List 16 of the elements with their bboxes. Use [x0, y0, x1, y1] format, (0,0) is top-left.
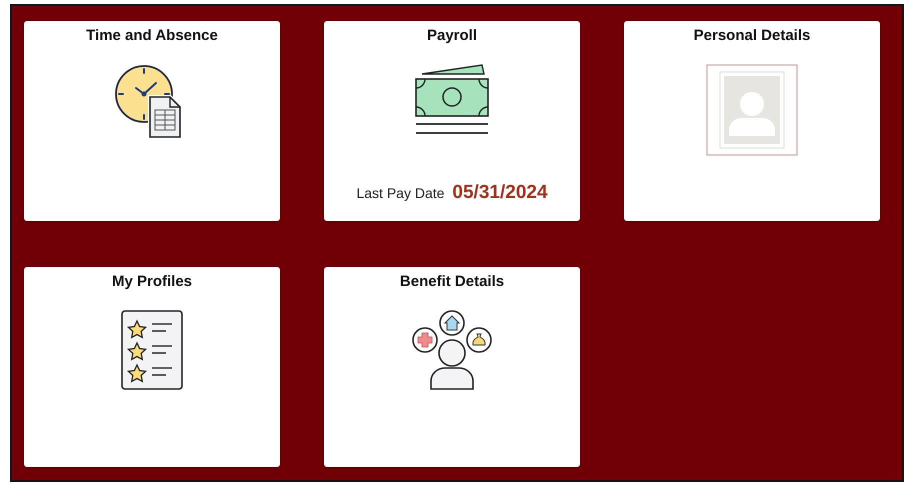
person-placeholder-icon — [706, 64, 798, 156]
tile-card[interactable]: Personal Details — [624, 21, 880, 221]
tile-title: Payroll — [426, 27, 478, 44]
tile-title: Time and Absence — [86, 27, 218, 44]
tile-title: Personal Details — [694, 27, 810, 44]
starred-list-icon — [121, 310, 183, 390]
cash-icon — [414, 64, 490, 136]
person-benefits-icon — [411, 310, 493, 390]
tile-card[interactable]: My Profiles — [24, 267, 280, 467]
tile-title: My Profiles — [112, 273, 192, 290]
pay-date-value: 05/31/2024 — [452, 182, 548, 204]
pay-date-label: Last Pay Date — [356, 185, 444, 201]
tile-title: Benefit Details — [400, 273, 504, 290]
tile-card[interactable]: Payroll Last Pay Date 05/31/2024 — [324, 21, 580, 221]
tile-card[interactable]: Benefit Details — [324, 267, 580, 467]
tile-card[interactable]: Time and Absence — [24, 21, 280, 221]
